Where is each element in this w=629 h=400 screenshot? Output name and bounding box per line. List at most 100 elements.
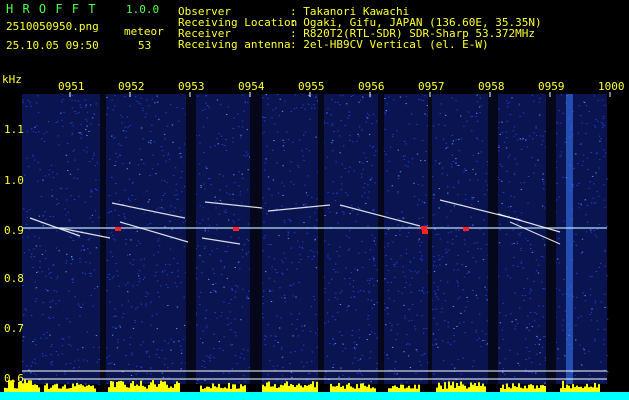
level-bar [472,384,474,392]
level-bar [72,383,74,392]
level-bar [62,386,64,392]
level-bar [436,387,438,392]
x-tick-label: 0957 [418,80,445,93]
level-bar [596,387,598,392]
level-bar [578,387,580,392]
level-bar [286,381,288,392]
signal-gap-band [100,94,106,384]
level-bar [176,381,178,392]
level-bar [568,385,570,392]
level-bar [538,388,540,392]
level-bar [228,382,230,392]
level-bar [214,386,216,392]
level-bar [170,386,172,392]
spectrogram-plot [0,92,629,400]
level-bar [302,387,304,392]
level-bar [32,384,34,392]
level-bar [502,384,504,392]
level-bar [506,383,508,392]
level-bar [58,388,60,392]
y-axis-unit: kHz [2,73,22,86]
level-bar [444,382,446,392]
level-bar [224,387,226,392]
level-bar [466,388,468,392]
level-bar [218,383,220,392]
level-bar [314,387,316,392]
level-bar [560,388,562,392]
level-bar [274,384,276,392]
level-bar [344,388,346,392]
level-bar [160,380,162,392]
app-name: H R O F F T [6,2,97,16]
x-tick-label: 0951 [58,80,85,93]
level-bar [68,388,70,392]
level-bar [350,386,352,392]
level-bar [532,385,534,392]
level-bar [172,387,174,392]
x-tick-label: 1000 [598,80,625,93]
y-tick-label: 0.9 [4,224,24,237]
level-bar [30,380,32,392]
level-bar [524,385,526,392]
level-bar [584,386,586,392]
datetime: 25.10.05 09:50 [6,39,99,52]
x-tick-label: 0953 [178,80,205,93]
level-bar [70,388,72,392]
level-bar [478,382,480,392]
signal-gap-band [186,94,196,384]
level-bar [590,386,592,392]
level-bar [164,381,166,392]
level-bar [206,386,208,392]
level-bar [236,388,238,392]
level-bar [80,384,82,392]
level-bar [396,386,398,392]
level-bar [78,384,80,392]
level-bar [588,387,590,392]
signal-gap-band [378,94,384,384]
level-bar [412,388,414,392]
level-bar [144,386,146,392]
level-bar [514,386,516,392]
level-bar [64,384,66,392]
level-bar [82,385,84,392]
strong-echo [115,227,121,231]
level-bar [52,385,54,392]
level-bar [316,381,318,392]
level-bar [156,386,158,392]
level-bar [46,383,48,392]
level-bar [282,385,284,392]
level-bar [88,384,90,392]
level-bar [86,385,88,392]
level-bar [16,388,18,392]
level-bar [592,387,594,392]
x-tick-label: 0958 [478,80,505,93]
level-bar [464,385,466,392]
level-bar [276,388,278,392]
level-bar [304,385,306,392]
level-bar [484,386,486,392]
level-bar [240,384,242,392]
level-bar [26,382,28,392]
level-bar [438,382,440,392]
level-bar [262,384,264,392]
level-bar [60,388,62,392]
meteor-count: 53 [138,39,152,52]
level-bar [370,388,372,392]
level-bar [36,385,38,392]
level-bar [132,381,134,392]
level-bar [564,388,566,392]
level-bar [446,388,448,392]
level-bar [390,388,392,392]
level-bar [238,388,240,392]
level-bar [406,387,408,392]
level-bar [14,388,16,392]
level-bar [480,385,482,392]
level-bar [574,387,576,392]
y-tick-label: 1.0 [4,174,24,187]
level-bar [362,383,364,392]
level-bar [152,380,154,392]
level-bar [418,384,420,392]
level-bar [476,386,478,392]
level-bar [468,387,470,392]
level-bar [336,385,338,392]
